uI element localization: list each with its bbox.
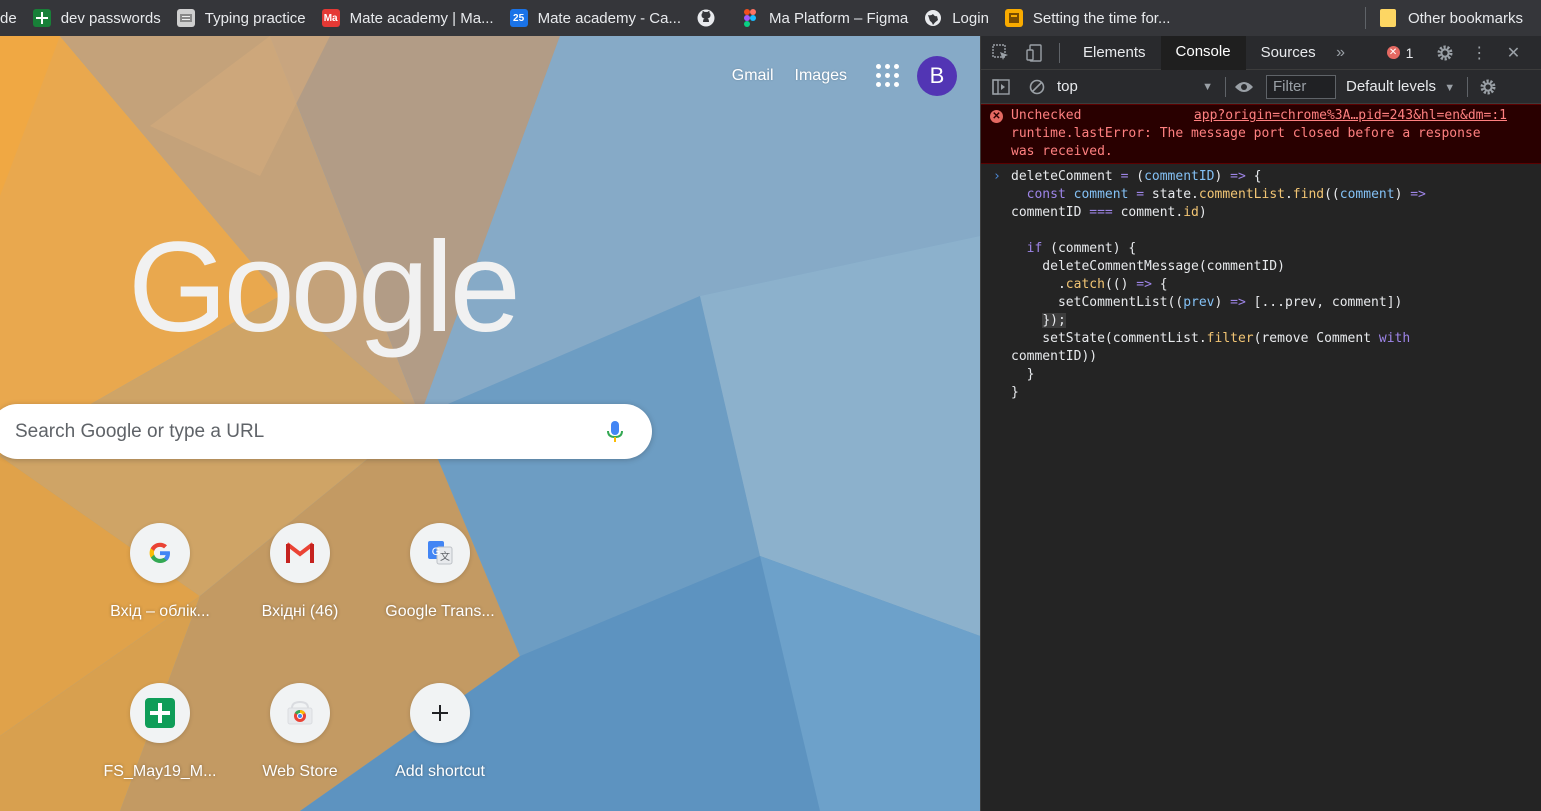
ntp-header: Gmail Images B: [732, 36, 980, 116]
bookmark-dev-passwords[interactable]: dev passwords: [25, 0, 169, 36]
bookmark-mate-academy-2[interactable]: 25 Mate academy - Ca...: [502, 0, 689, 36]
inspect-element-icon[interactable]: [991, 43, 1011, 63]
tile-label: Web Store: [262, 763, 338, 780]
console-input-code[interactable]: › deleteComment = (commentID) => { const …: [981, 164, 1541, 402]
error-text: runtime.lastError: The message port clos…: [1011, 126, 1481, 159]
log-levels-dropdown[interactable]: Default levels ▼: [1346, 78, 1455, 95]
webstore-icon: [270, 683, 330, 743]
translate-icon: G文: [410, 523, 470, 583]
search-input[interactable]: [15, 420, 585, 443]
bookmark-de[interactable]: de: [0, 0, 25, 36]
console-output: ✕ Unchecked app?origin=chrome%3A…pid=243…: [981, 104, 1541, 402]
gmail-icon: [270, 523, 330, 583]
shortcut-tile[interactable]: Add shortcut: [370, 680, 510, 792]
devtools-panel: Elements Console Sources » ✕ 1 ⋮ ✕ top ▼: [980, 35, 1541, 811]
bookmark-setting-time[interactable]: Setting the time for...: [997, 0, 1179, 36]
svg-text:文: 文: [440, 550, 450, 563]
box-icon: [1004, 9, 1023, 27]
live-expression-eye-icon[interactable]: [1234, 77, 1254, 97]
sidebar-toggle-icon[interactable]: [991, 77, 1011, 97]
error-icon: ✕: [1386, 46, 1400, 59]
console-toolbar: top ▼ Default levels ▼: [981, 70, 1541, 104]
shortcut-tile[interactable]: Вхідні (46): [230, 520, 370, 632]
svg-text:G: G: [432, 546, 441, 558]
sheets-icon: [130, 683, 190, 743]
clear-console-icon[interactable]: [1027, 77, 1047, 97]
device-toolbar-icon[interactable]: [1025, 43, 1045, 63]
error-icon: ✕: [990, 110, 1003, 123]
folder-icon: [1379, 9, 1396, 27]
shortcut-tile[interactable]: Web Store: [230, 680, 370, 792]
plus-icon: [410, 683, 470, 743]
kebab-menu-icon[interactable]: ⋮: [1469, 43, 1489, 63]
calendar-icon: 25: [509, 9, 528, 27]
search-box[interactable]: [0, 404, 652, 459]
other-bookmarks[interactable]: Other bookmarks: [1340, 0, 1541, 36]
toolbar-divider: [1225, 76, 1226, 97]
google-g-icon: [130, 523, 190, 583]
dropdown-arrow-icon: ▼: [1202, 80, 1213, 93]
prompt-chevron-icon: ›: [993, 169, 1001, 184]
bookmark-typing-practice[interactable]: Typing practice: [169, 0, 314, 36]
bookmark-github[interactable]: [689, 0, 733, 36]
tab-elements[interactable]: Elements: [1068, 36, 1161, 70]
new-tab-page: Gmail Images B Google Вхід – облік... Вх…: [0, 36, 980, 811]
gmail-link[interactable]: Gmail: [732, 67, 774, 85]
bookmark-figma[interactable]: Ma Platform – Figma: [733, 0, 916, 36]
more-tabs-icon[interactable]: »: [1331, 43, 1351, 63]
sheets-icon: [32, 9, 51, 27]
google-logo: Google: [128, 216, 521, 359]
microphone-icon[interactable]: [604, 420, 626, 444]
apps-grid-icon[interactable]: [876, 64, 900, 88]
tile-label: Google Trans...: [385, 603, 495, 620]
tab-sources[interactable]: Sources: [1246, 36, 1331, 70]
dropdown-arrow-icon: ▼: [1444, 82, 1456, 94]
bookmarks-bar: de dev passwords Typing practice Ma Mate…: [0, 0, 1541, 36]
github-icon: [697, 9, 715, 27]
tab-console[interactable]: Console: [1160, 35, 1246, 70]
globe-icon: [924, 9, 942, 27]
typing-icon: [176, 9, 195, 27]
context-select[interactable]: top ▼: [1057, 76, 1217, 98]
tile-label: FS_May19_M...: [103, 763, 217, 780]
toolbar-divider: [1059, 42, 1060, 63]
shortcut-tile[interactable]: Вхід – облік...: [90, 520, 230, 632]
figma-icon: [741, 9, 759, 27]
shortcut-tile[interactable]: FS_May19_M...: [90, 680, 230, 792]
devtools-tabbar: Elements Console Sources » ✕ 1 ⋮ ✕: [981, 35, 1541, 70]
tile-label: Вхід – облік...: [110, 603, 210, 620]
error-count-badge[interactable]: ✕ 1: [1386, 45, 1413, 61]
bookmarks-divider: [1364, 7, 1366, 29]
tile-label: Add shortcut: [395, 763, 485, 780]
error-source-link[interactable]: app?origin=chrome%3A…pid=243&hl=en&dm=:1: [1194, 107, 1507, 125]
bookmark-mate-academy-1[interactable]: Ma Mate academy | Ma...: [314, 0, 502, 36]
toolbar-divider: [1467, 76, 1469, 97]
bookmark-login[interactable]: Login: [916, 0, 997, 36]
console-settings-gear-icon[interactable]: [1478, 77, 1498, 97]
close-icon[interactable]: ✕: [1503, 43, 1523, 63]
settings-gear-icon[interactable]: [1435, 43, 1455, 63]
console-error-message: ✕ Unchecked app?origin=chrome%3A…pid=243…: [981, 104, 1541, 164]
account-avatar[interactable]: B: [917, 56, 957, 96]
shortcut-tile[interactable]: G文 Google Trans...: [370, 520, 510, 632]
mate-icon: Ma: [321, 9, 340, 27]
filter-input[interactable]: [1266, 74, 1336, 99]
tile-label: Вхідні (46): [261, 603, 339, 620]
images-link[interactable]: Images: [795, 67, 847, 85]
